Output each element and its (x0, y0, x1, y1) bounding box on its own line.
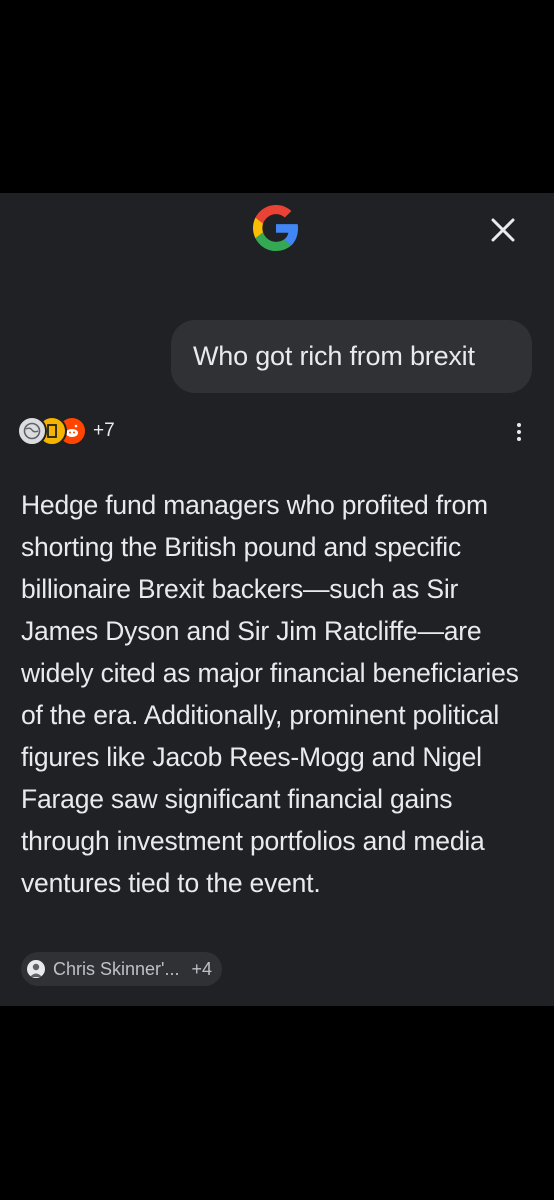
more-options-button[interactable] (506, 418, 532, 446)
ai-answer-text: Hedge fund managers who profited from sh… (21, 490, 519, 898)
user-query-bubble: Who got rich from brexit (171, 320, 532, 393)
sources-count: +7 (93, 420, 115, 441)
user-query-text: Who got rich from brexit (193, 341, 475, 371)
citation-source-label: Chris Skinner'... (53, 958, 180, 979)
more-vert-icon (517, 423, 521, 427)
status-area (0, 0, 554, 193)
citation-count: +4 (191, 958, 213, 979)
sources-stack[interactable]: +7 (17, 416, 115, 446)
globe-icon (17, 416, 47, 446)
avatar (27, 960, 45, 978)
citation-chip[interactable]: Chris Skinner'... +4 (21, 952, 223, 986)
more-vert-dot (517, 430, 521, 434)
close-button[interactable] (485, 212, 521, 248)
bottom-area (0, 1006, 554, 1200)
more-vert-dot (517, 437, 521, 441)
close-icon (491, 218, 515, 242)
google-logo-icon (253, 205, 299, 251)
